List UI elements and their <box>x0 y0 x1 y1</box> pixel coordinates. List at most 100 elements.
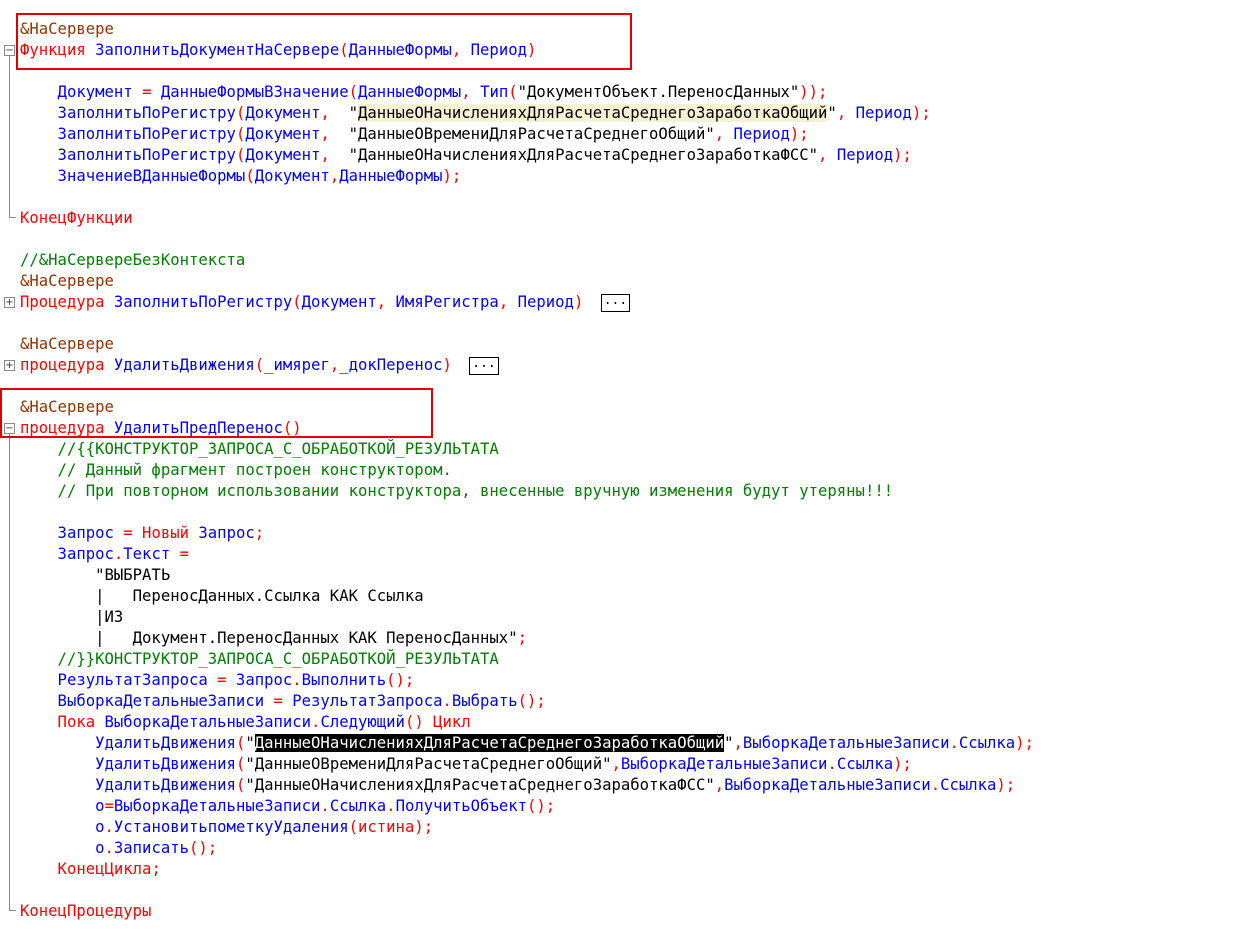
code-token: ); <box>789 125 809 143</box>
fold-expand-icon[interactable]: + <box>4 297 15 308</box>
fold-expand-icon[interactable]: + <box>4 360 15 371</box>
code-token: Функция <box>20 41 86 59</box>
code-token: (); <box>386 671 415 689</box>
code-line[interactable]: Пока ВыборкаДетальныеЗаписи.Следующий() … <box>20 712 471 733</box>
code-editor[interactable]: &НаСервере Функция ЗаполнитьДокументНаСер… <box>0 0 1254 936</box>
code-token: Документ <box>254 167 330 185</box>
code-line[interactable]: | ПереносДанных.Ссылка КАК Ссылка <box>20 586 424 607</box>
code-line[interactable]: ЗаполнитьПоРегистру(Документ, "ДанныеОНа… <box>20 145 912 166</box>
code-token: о <box>20 818 105 836</box>
code-token: = <box>179 545 190 563</box>
code-token: ; <box>151 860 161 878</box>
code-line[interactable]: ЗаполнитьПоРегистру(Документ, "ДанныеОВр… <box>20 124 809 145</box>
code-token: ( <box>235 146 246 164</box>
code-token: ЗаполнитьПоРегистру <box>20 146 236 164</box>
code-token: ЗаполнитьДокументНаСервере <box>85 41 340 59</box>
code-line[interactable]: о.Записать(); <box>20 838 217 859</box>
code-token: ( <box>235 755 246 773</box>
code-token: ) <box>573 293 593 311</box>
code-line[interactable]: Процедура ЗаполнитьПоРегистру(Документ, … <box>20 292 631 313</box>
code-line[interactable]: &НаСервере <box>20 271 114 292</box>
code-line[interactable]: КонецФункции <box>20 208 133 229</box>
fold-collapse-icon[interactable]: − <box>4 45 15 56</box>
code-token: " <box>245 734 255 752</box>
code-token: () <box>282 419 302 437</box>
fold-guide-end <box>9 910 16 911</box>
code-token: ( <box>235 125 246 143</box>
code-token: _имярег <box>264 356 330 374</box>
code-line[interactable]: ЗначениеВДанныеФормы(Документ,ДанныеФорм… <box>20 166 462 187</box>
code-line[interactable]: УдалитьДвижения("ДанныеОНачисленияхДляРа… <box>20 775 1015 796</box>
code-line[interactable]: Запрос = Новый Запрос; <box>20 523 265 544</box>
fold-guide-procedure <box>9 434 10 910</box>
code-token: (); <box>527 797 556 815</box>
code-token: ЗаполнитьПоРегистру <box>104 293 293 311</box>
code-line[interactable]: РезультатЗапроса = Запрос.Выполнить(); <box>20 670 415 691</box>
code-token: | ПереносДанных.Ссылка КАК Ссылка <box>20 587 424 605</box>
collapsed-block-button[interactable]: ... <box>600 293 631 312</box>
code-token: РезультатЗапроса <box>20 671 218 689</box>
code-token: ИмяРегистра <box>395 293 499 311</box>
code-token: ДанныеФормы <box>348 41 452 59</box>
code-token: Запрос <box>20 545 114 563</box>
collapsed-block-button[interactable]: ... <box>469 356 499 375</box>
code-token: //{{КОНСТРУКТОР_ЗАПРОСА_С_ОБРАБОТКОЙ_РЕЗ… <box>20 440 499 458</box>
code-line[interactable]: о.УстановитьпометкуУдаления(истина); <box>20 817 433 838</box>
code-token: = <box>123 524 133 542</box>
code-token: УдалитьДвижения <box>104 356 255 374</box>
code-token: ВыборкаДетальныеЗаписи <box>620 755 828 773</box>
code-token: процедура <box>20 419 105 437</box>
code-line[interactable]: УдалитьДвижения("ДанныеОВремениДляРасчет… <box>20 754 912 775</box>
code-token: КонецЦикла <box>20 860 152 878</box>
code-token: Пока <box>20 713 96 731</box>
code-token: ДанныеФормы <box>339 167 443 185</box>
code-token: ); <box>1015 734 1034 752</box>
code-token: . <box>949 734 959 752</box>
code-line[interactable]: Документ = ДанныеФормыВЗначение(ДанныеФо… <box>20 82 828 103</box>
code-token: , <box>818 146 837 164</box>
code-token: ПолучитьОбъект <box>395 797 527 815</box>
code-token: Ссылка <box>329 797 387 815</box>
code-line[interactable]: &НаСервере <box>20 397 114 418</box>
code-token: Выполнить <box>301 671 387 689</box>
code-line[interactable]: //{{КОНСТРУКТОР_ЗАПРОСА_С_ОБРАБОТКОЙ_РЕЗ… <box>20 439 499 460</box>
code-token: о <box>20 797 105 815</box>
code-line[interactable]: ЗаполнитьПоРегистру(Документ, "ДанныеОНа… <box>20 103 931 124</box>
code-token: "ДанныеОВремениДляРасчетаСреднегоОбщий" <box>245 755 612 773</box>
code-line[interactable]: &НаСервере <box>20 334 114 355</box>
code-line[interactable]: КонецЦикла; <box>20 859 161 880</box>
code-token: Период <box>517 293 574 311</box>
code-token: , <box>461 83 481 101</box>
code-token: УдалитьДвижения <box>20 755 236 773</box>
code-line[interactable]: ВыборкаДетальныеЗаписи = РезультатЗапрос… <box>20 691 546 712</box>
code-line[interactable]: "ВЫБРАТЬ <box>20 565 170 586</box>
code-token: ВыборкаДетальныеЗаписи <box>20 692 274 710</box>
code-line[interactable]: | Документ.ПереносДанных КАК ПереносДанн… <box>20 628 527 649</box>
code-token: _докПеренос <box>339 356 443 374</box>
code-token: , <box>733 734 743 752</box>
code-line[interactable]: процедура УдалитьПредПеренос() <box>20 418 302 439</box>
code-line[interactable]: |ИЗ <box>20 607 123 628</box>
code-token: УдалитьДвижения <box>20 734 236 752</box>
code-token: . <box>104 818 114 836</box>
code-line[interactable]: процедура УдалитьДвижения(_имярег,_докПе… <box>20 355 499 376</box>
code-token: Ссылка <box>836 755 894 773</box>
code-line[interactable]: Функция ЗаполнитьДокументНаСервере(Данны… <box>20 40 536 61</box>
code-token: . <box>113 545 124 563</box>
code-line[interactable]: КонецПроцедуры <box>20 901 151 922</box>
code-line[interactable]: //}}КОНСТРУКТОР_ЗАПРОСА_С_ОБРАБОТКОЙ_РЕЗ… <box>20 649 499 670</box>
code-token: УдалитьПредПеренос <box>104 419 283 437</box>
code-token: ВыборкаДетальныеЗаписи <box>742 734 950 752</box>
code-line[interactable]: УдалитьДвижения("ДанныеОНачисленияхДляРа… <box>20 733 1034 754</box>
code-line[interactable]: Запрос.Текст = <box>20 544 189 565</box>
code-line[interactable]: о=ВыборкаДетальныеЗаписи.Ссылка.Получить… <box>20 796 555 817</box>
code-line[interactable]: // Данный фрагмент построен конструкторо… <box>20 460 452 481</box>
code-token: &НаСервере <box>20 398 114 416</box>
code-line[interactable]: &НаСервере <box>20 19 114 40</box>
code-line[interactable]: //&НаСервереБезКонтекста <box>20 250 245 271</box>
code-token: Текст <box>123 545 180 563</box>
fold-collapse-icon[interactable]: − <box>4 423 15 434</box>
code-token: Период <box>855 104 912 122</box>
code-token: (); <box>517 692 546 710</box>
code-line[interactable]: // При повторном использовании конструкт… <box>20 481 894 502</box>
